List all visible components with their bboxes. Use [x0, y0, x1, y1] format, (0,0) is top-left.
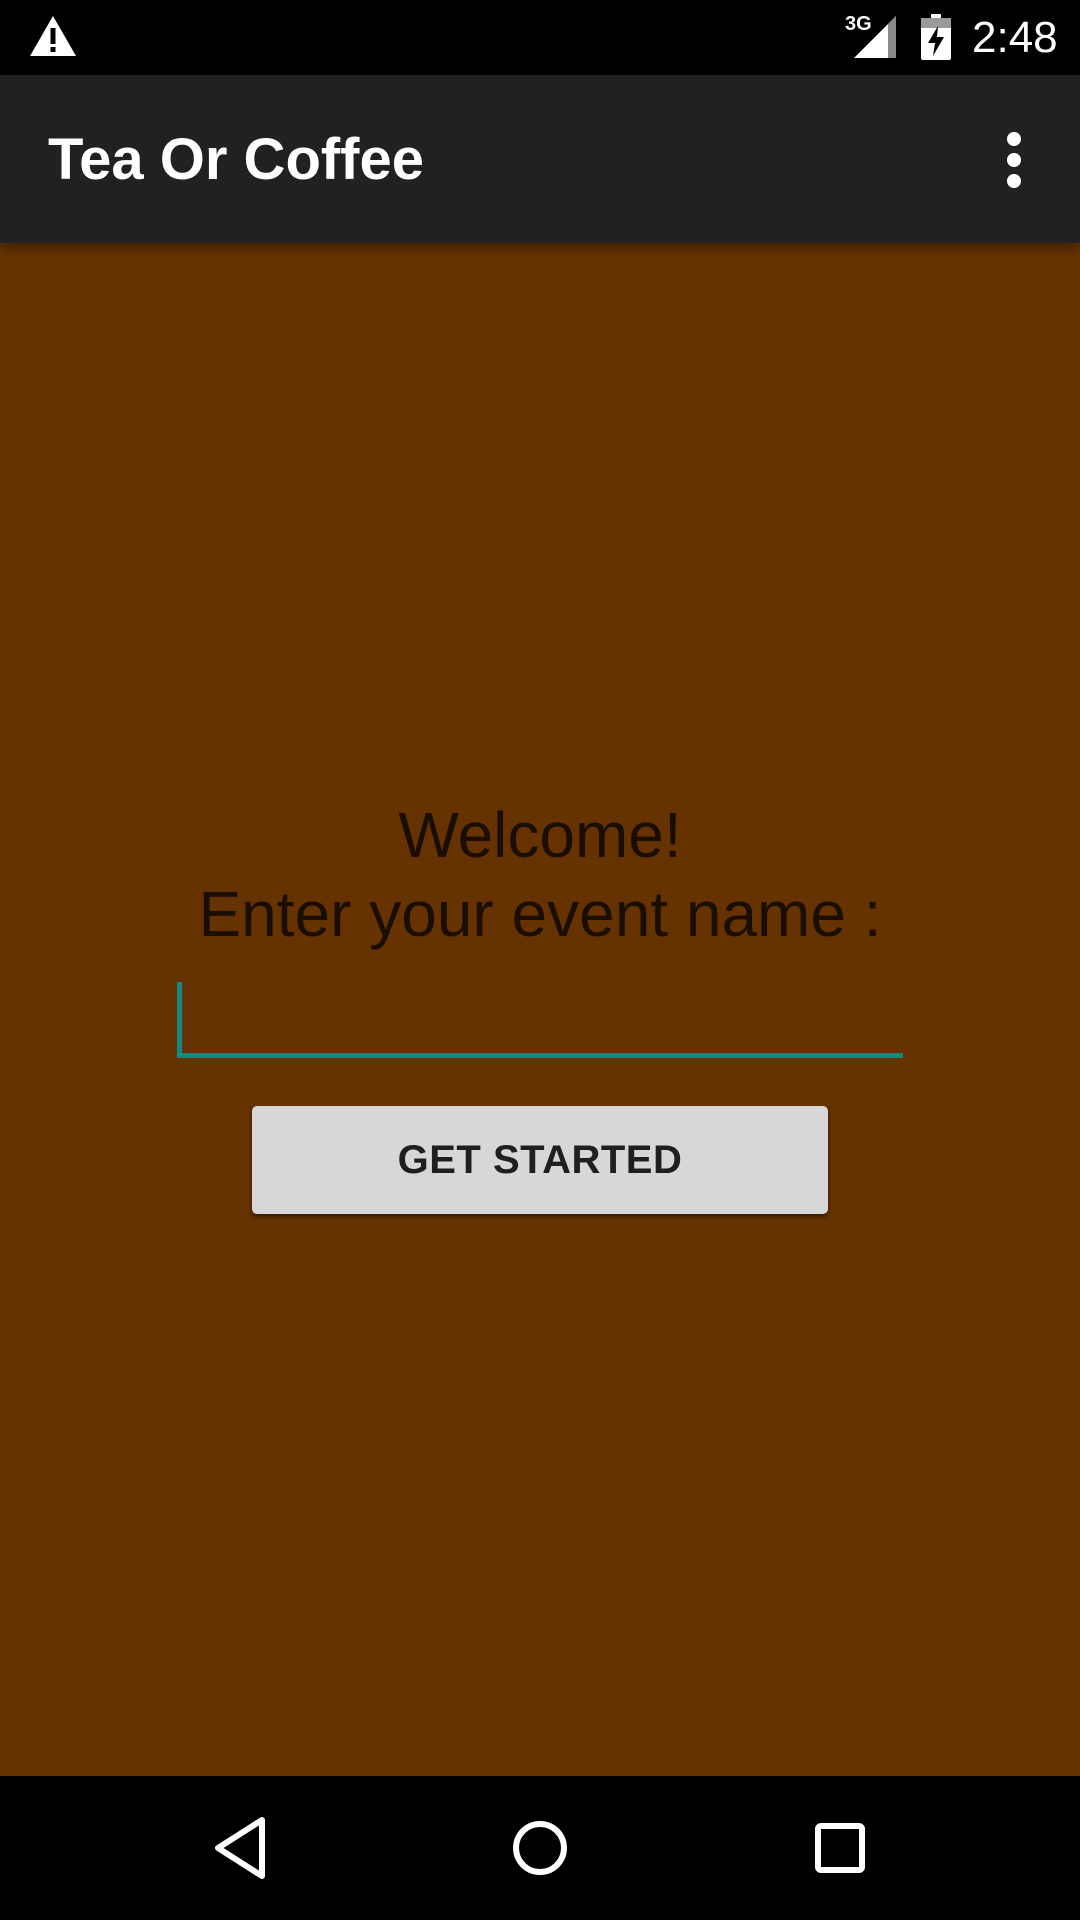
text-cursor — [177, 982, 182, 1054]
home-circle-icon[interactable] — [490, 1798, 590, 1898]
status-time: 2:48 — [972, 13, 1058, 62]
back-triangle-icon[interactable] — [190, 1798, 290, 1898]
recents-square-icon[interactable] — [790, 1798, 890, 1898]
app-screen: 3G 2:48 Tea Or Coffee Welcome! Enter you… — [0, 0, 1080, 1920]
event-name-input[interactable] — [177, 978, 903, 1058]
system-nav-bar — [0, 1776, 1080, 1920]
cell-signal-icon — [854, 16, 896, 58]
main-content: Welcome! Enter your event name : GET STA… — [0, 243, 1080, 1776]
status-bar: 3G 2:48 — [0, 0, 1080, 75]
event-name-prompt: Enter your event name : — [198, 878, 882, 950]
app-bar: Tea Or Coffee — [0, 75, 1080, 243]
welcome-text: Welcome! — [398, 799, 682, 871]
get-started-button[interactable]: GET STARTED — [252, 1106, 828, 1214]
app-title: Tea Or Coffee — [48, 127, 425, 192]
more-vert-icon[interactable] — [990, 125, 1038, 195]
warning-icon — [30, 16, 76, 56]
battery-charging-icon — [921, 14, 951, 60]
